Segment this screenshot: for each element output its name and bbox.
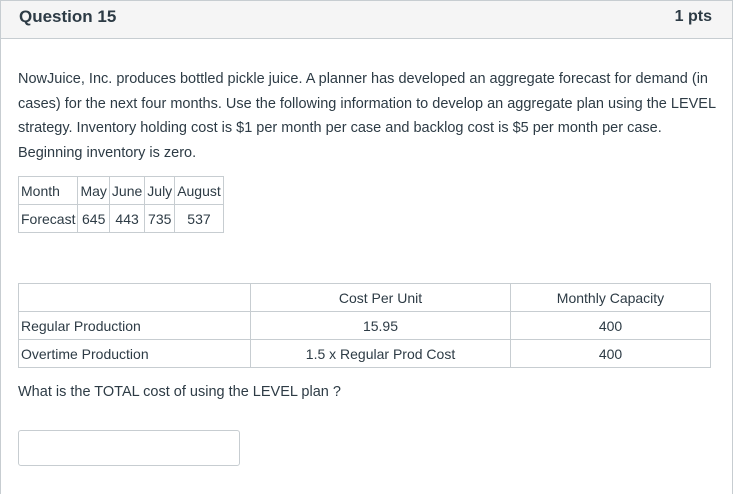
- table-cell: August: [174, 176, 224, 205]
- table-cell: 400: [510, 339, 711, 368]
- table-cell: May: [77, 176, 110, 205]
- table-cell: Month: [17, 176, 79, 205]
- table-row: Regular Production 15.95 400: [18, 311, 711, 340]
- table-cell: 1.5 x Regular Prod Cost: [250, 339, 511, 368]
- table-cell: 537: [174, 204, 224, 233]
- question-text: NowJuice, Inc. produces bottled pickle j…: [18, 67, 718, 165]
- table-cell: July: [144, 176, 176, 205]
- table-header-cost-per-unit: Cost Per Unit: [250, 283, 511, 312]
- answer-input[interactable]: [18, 430, 240, 466]
- question-paragraph: NowJuice, Inc. produces bottled pickle j…: [18, 71, 716, 161]
- forecast-table: Month May June July August Forecast 645 …: [17, 176, 224, 233]
- question-prompt: What is the TOTAL cost of using the LEVE…: [18, 384, 341, 400]
- table-row: Forecast 645 443 735 537: [17, 204, 224, 233]
- table-cell: Forecast: [17, 204, 79, 233]
- table-row: Month May June July August: [17, 176, 224, 205]
- table-cell: 645: [77, 204, 110, 233]
- table-header-monthly-capacity: Monthly Capacity: [510, 283, 711, 312]
- table-cell: 15.95: [250, 311, 511, 340]
- table-cell: [18, 283, 251, 312]
- question-points: 1 pts: [674, 8, 712, 25]
- question-header: Question 15 1 pts: [1, 1, 732, 39]
- table-row: Cost Per Unit Monthly Capacity: [18, 283, 711, 312]
- table-row: Overtime Production 1.5 x Regular Prod C…: [18, 339, 711, 368]
- table-cell: 400: [510, 311, 711, 340]
- table-cell: 735: [144, 204, 176, 233]
- cost-table: Cost Per Unit Monthly Capacity Regular P…: [18, 283, 711, 368]
- table-cell: June: [108, 176, 146, 205]
- table-cell: 443: [108, 204, 146, 233]
- question-title: Question 15: [19, 7, 117, 26]
- table-cell: Regular Production: [18, 311, 251, 340]
- table-cell: Overtime Production: [18, 339, 251, 368]
